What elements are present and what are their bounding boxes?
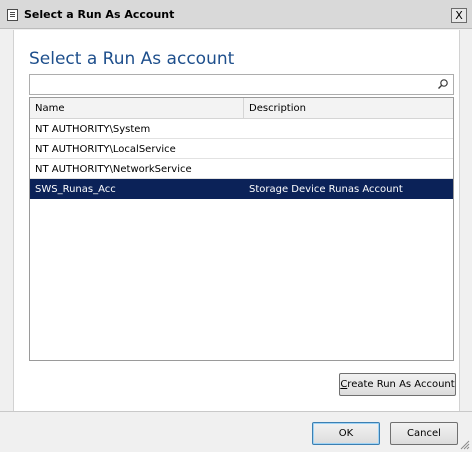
create-run-as-account-button[interactable]: Create Run As Account bbox=[339, 373, 456, 396]
page-title: Select a Run As account bbox=[29, 49, 235, 69]
list-row[interactable]: NT AUTHORITY\NetworkService bbox=[30, 159, 453, 179]
row-name: SWS_Runas_Acc bbox=[35, 184, 116, 195]
row-description: Storage Device Runas Account bbox=[249, 184, 403, 195]
search-input[interactable] bbox=[29, 74, 454, 95]
column-divider[interactable] bbox=[243, 98, 244, 119]
list-row[interactable]: NT AUTHORITY\System bbox=[30, 119, 453, 139]
list-row-selected[interactable]: SWS_Runas_Acc Storage Device Runas Accou… bbox=[30, 179, 453, 199]
row-name: NT AUTHORITY\System bbox=[35, 124, 151, 135]
list-header: Name Description bbox=[30, 98, 453, 119]
list-row[interactable]: NT AUTHORITY\LocalService bbox=[30, 139, 453, 159]
row-name: NT AUTHORITY\LocalService bbox=[35, 144, 176, 155]
column-header-name[interactable]: Name bbox=[35, 103, 65, 114]
accounts-list[interactable]: Name Description NT AUTHORITY\System NT … bbox=[29, 97, 454, 361]
row-name: NT AUTHORITY\NetworkService bbox=[35, 164, 192, 175]
title-bar[interactable]: Select a Run As Account X bbox=[0, 0, 472, 29]
window-icon bbox=[7, 9, 18, 21]
column-header-description[interactable]: Description bbox=[249, 103, 306, 114]
close-icon: X bbox=[455, 9, 463, 22]
dialog-window: Select a Run As Account X Select a Run A… bbox=[0, 0, 472, 452]
resize-grip-icon[interactable] bbox=[460, 440, 470, 450]
close-button[interactable]: X bbox=[451, 8, 467, 23]
cancel-button[interactable]: Cancel bbox=[390, 422, 458, 445]
ok-button[interactable]: OK bbox=[312, 422, 380, 445]
search-icon[interactable] bbox=[437, 78, 449, 90]
create-button-label: reate Run As Account bbox=[347, 379, 455, 390]
window-title: Select a Run As Account bbox=[24, 8, 175, 21]
